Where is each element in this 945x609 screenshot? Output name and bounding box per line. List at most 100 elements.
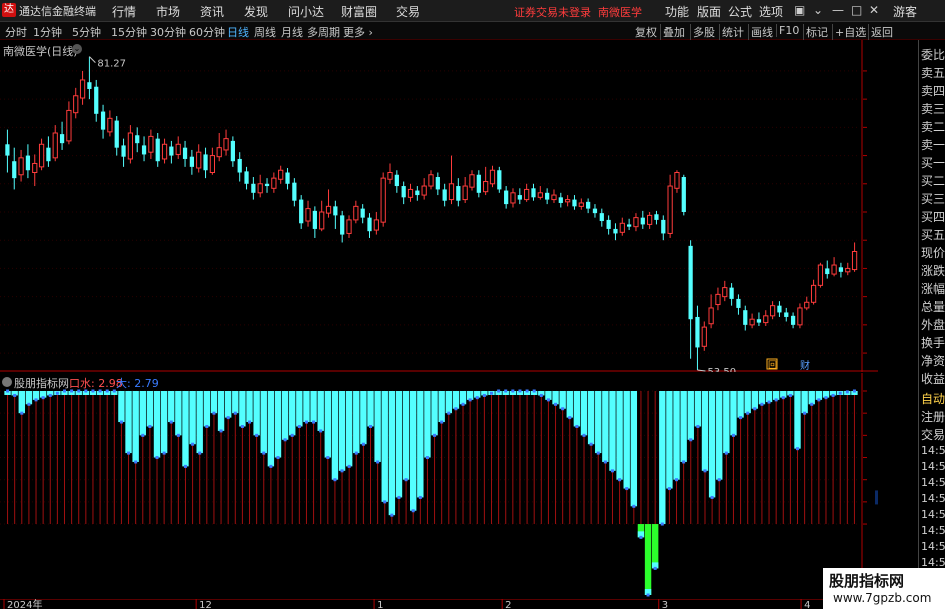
indicator-dot <box>497 389 501 393</box>
period-30min[interactable]: 30分钟 <box>150 24 186 40</box>
indicator-bar <box>360 391 367 445</box>
indicator-legend-2: 大: 2.79 <box>116 377 159 390</box>
indicator-dot <box>347 464 351 468</box>
menu-item-news[interactable]: 资讯 <box>200 3 224 20</box>
period-15min[interactable]: 15分钟 <box>111 24 147 40</box>
candle-body <box>708 307 714 325</box>
indicator-chart[interactable]: 3.002.502.001.501.000.500.000.60 <box>0 373 878 599</box>
tool-back[interactable]: 返回 <box>868 24 895 40</box>
maximize-icon[interactable]: □ <box>851 3 862 17</box>
side-register[interactable]: 注册 <box>921 408 945 425</box>
candle-body <box>504 190 509 205</box>
tool-draw[interactable]: 画线 <box>748 24 775 40</box>
period-weekly[interactable]: 周线 <box>254 24 276 40</box>
indicator-dot <box>468 398 472 402</box>
chevron-down-icon[interactable]: ⌄ <box>72 44 82 54</box>
indicator-dot <box>489 391 493 395</box>
tool-mark[interactable]: 标记 <box>803 24 830 40</box>
menu-item-ask[interactable]: 问小达 <box>288 3 324 20</box>
menu-item-market[interactable]: 市场 <box>156 3 180 20</box>
tool-add-watchlist[interactable]: +自选 <box>832 24 868 40</box>
indicator-dot <box>369 424 373 428</box>
indicator-bar <box>737 391 744 418</box>
menu-item-discover[interactable]: 发现 <box>244 3 268 20</box>
candle-body <box>428 174 434 187</box>
candle-body <box>633 217 639 228</box>
indicator-bar <box>659 391 666 525</box>
candlestick-chart[interactable]: 80.0077.5075.0072.5070.0067.5065.0062.50… <box>0 40 878 372</box>
candle-body <box>387 172 393 180</box>
candle-body <box>497 170 502 190</box>
indicator-bar <box>765 391 773 403</box>
candle-body <box>299 199 304 224</box>
menu-options[interactable]: 选项 <box>759 3 783 20</box>
indicator-dot <box>255 433 259 437</box>
side-time: 14:55 <box>921 460 945 473</box>
period-monthly[interactable]: 月线 <box>281 24 303 40</box>
indicator-neg-bar <box>651 524 659 569</box>
menu-function[interactable]: 功能 <box>665 3 689 20</box>
candle-body <box>489 169 496 185</box>
menu-item-quotes[interactable]: 行情 <box>112 3 136 20</box>
menu-item-wealth[interactable]: 财富圈 <box>341 3 377 20</box>
guest-login[interactable]: 游客 <box>893 3 917 20</box>
tool-multi-stock[interactable]: 多股 <box>690 24 717 40</box>
period-5min[interactable]: 5分钟 <box>72 24 101 40</box>
indicator-dot <box>240 424 244 428</box>
tool-f10[interactable]: F10 <box>776 24 801 37</box>
indicator-dot <box>297 424 301 428</box>
tool-overlay[interactable]: 叠加 <box>660 24 687 40</box>
period-more[interactable]: 更多 › <box>343 24 373 40</box>
indicator-bar <box>552 391 559 405</box>
indicator-bar <box>730 391 737 436</box>
close-icon[interactable]: ✕ <box>869 3 879 17</box>
side-item-wb: 委比 <box>921 48 945 62</box>
side-item-buy4: 买四 <box>921 210 945 224</box>
indicator-bar <box>452 391 460 409</box>
menu-item-trade[interactable]: 交易 <box>396 3 420 20</box>
indicator-bar <box>445 391 452 414</box>
period-60min[interactable]: 60分钟 <box>189 24 225 40</box>
side-auto[interactable]: 自动 <box>921 390 945 407</box>
candle-body <box>442 189 447 201</box>
side-item-buy5: 买五 <box>921 228 945 242</box>
trade-login-status[interactable]: 证券交易未登录 南微医学 <box>514 4 642 20</box>
indicator-dot <box>575 424 579 428</box>
indicator-dot <box>753 407 757 411</box>
minimize-icon[interactable]: — <box>832 3 844 17</box>
indicator-dot <box>155 456 159 460</box>
period-tick[interactable]: 分时 <box>5 24 27 40</box>
candle-body <box>141 145 147 155</box>
indicator-dot <box>774 398 778 402</box>
candle-body <box>251 183 256 193</box>
candle-body <box>619 222 625 233</box>
indicator-dot <box>376 460 380 464</box>
chevron-down-icon[interactable]: ⌄ <box>813 3 823 17</box>
settings-icon[interactable] <box>2 377 12 387</box>
period-1min[interactable]: 1分钟 <box>33 24 62 40</box>
candle-body <box>244 171 249 184</box>
indicator-bar <box>224 391 232 418</box>
period-daily[interactable]: 日线 <box>227 24 249 40</box>
candle-body <box>572 199 577 207</box>
side-item-buy1: 买一 <box>921 156 945 170</box>
indicator-dot <box>817 398 821 402</box>
indicator-dot <box>13 393 17 397</box>
skin-icon[interactable]: ▣ <box>794 3 805 17</box>
side-time: 14:56 <box>921 508 945 521</box>
side-trade[interactable]: 交易 <box>921 426 945 443</box>
indicator-neg-bar <box>644 524 652 595</box>
menu-formula[interactable]: 公式 <box>728 3 752 20</box>
tool-adjust[interactable]: 复权 <box>633 24 659 40</box>
indicator-panel[interactable]: 3.002.502.001.501.000.500.000.60 股朋指标网 口… <box>0 373 878 599</box>
candle-body <box>695 316 700 348</box>
indicator-bar <box>595 391 602 454</box>
indicator-bar <box>559 391 566 409</box>
tool-stats[interactable]: 统计 <box>719 24 746 40</box>
indicator-bar <box>395 391 403 498</box>
menu-layout[interactable]: 版面 <box>697 3 721 20</box>
indicator-dot <box>141 433 145 437</box>
main-chart-panel[interactable]: 80.0077.5075.0072.5070.0067.5065.0062.50… <box>0 40 878 372</box>
candle-body <box>517 195 522 200</box>
period-multi[interactable]: 多周期 <box>307 24 340 40</box>
